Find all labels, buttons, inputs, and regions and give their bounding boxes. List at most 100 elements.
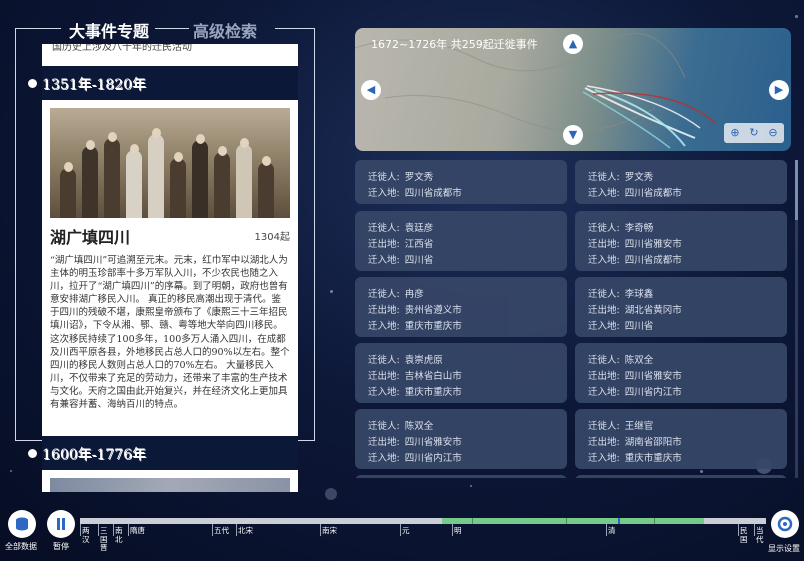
field-label: 迁入地: <box>368 321 400 332</box>
migration-card[interactable]: 迁徙人: 李奇畅 迁出地: 四川省雅安市 迁入地: 四川省成都市 <box>575 211 787 271</box>
star-decoration <box>10 470 12 472</box>
clipped-text: 国历史上涉及八十年的迁民活动 <box>52 44 192 53</box>
timeline-label[interactable]: 南宋 <box>322 526 337 536</box>
arrow-up-icon[interactable]: ▲ <box>563 34 583 54</box>
all-data-button[interactable] <box>8 510 36 538</box>
field-label: 迁入地: <box>368 387 400 398</box>
migration-card[interactable]: 迁徙人: 袁崇虎原 迁出地: 吉林省白山市 迁入地: 重庆市重庆市 <box>355 343 567 403</box>
event-photo[interactable] <box>50 478 290 492</box>
timeline-label[interactable]: 两汉 <box>82 526 92 544</box>
field-label: 迁徙人: <box>588 223 620 234</box>
timeline-label[interactable]: 清 <box>608 526 616 536</box>
migration-card[interactable]: 迁徙人: 李球鑫 迁出地: 湖北省黄冈市 迁入地: 四川省 <box>575 277 787 337</box>
field-label: 迁出地: <box>588 305 620 316</box>
destination-row: 迁入地: 四川省内江市 <box>588 384 682 398</box>
migration-list[interactable]: 迁徙人: 罗文秀 迁入地: 四川省成都市 迁徙人: 罗文秀 迁入地: 四川省成都市 迁徙… <box>355 160 791 478</box>
migration-card[interactable]: 迁徙人: 陈双全 迁出地: 四川省雅安市 迁入地: 四川省内江市 <box>575 343 787 403</box>
timeline-divider <box>212 524 213 536</box>
scrollbar-thumb[interactable] <box>795 160 798 220</box>
event-list[interactable]: 国历史上涉及八十年的迁民活动 1351年-1820年 湖广填四川 1304起 “… <box>42 44 298 492</box>
timeline-label[interactable]: 隋唐 <box>130 526 145 536</box>
migration-card[interactable]: 迁徙人: 袁廷彦 迁出地: 江西省 迁入地: 四川省 <box>355 211 567 271</box>
photo-figure <box>60 168 76 218</box>
zoom-out-icon[interactable]: ⊖ <box>765 125 781 141</box>
map-title: 1672~1726年 共259起迁徙事件 <box>371 38 538 51</box>
timeline-divider <box>128 524 129 536</box>
origin-row: 迁出地: 江西省 <box>368 236 433 250</box>
field-value: 重庆市重庆市 <box>404 387 462 398</box>
timeline-label[interactable]: 三国晋 <box>100 526 110 553</box>
migration-card[interactable] <box>355 475 567 478</box>
origin-row: 迁出地: 吉林省白山市 <box>368 368 462 382</box>
timeline-selection[interactable] <box>442 518 704 524</box>
field-value: 重庆市重庆市 <box>624 453 682 464</box>
field-label: 迁出地: <box>368 371 400 382</box>
timeline-label[interactable]: 北宋 <box>238 526 253 536</box>
field-label: 迁入地: <box>588 255 620 266</box>
destination-row: 迁入地: 重庆市重庆市 <box>368 384 462 398</box>
migrant-row: 迁徙人: 罗文秀 <box>588 169 653 183</box>
timeline-label[interactable]: 元 <box>402 526 410 536</box>
field-value: 李球鑫 <box>624 289 654 300</box>
field-label: 迁入地: <box>588 188 620 199</box>
timeline-divider <box>80 524 81 536</box>
origin-row: 迁出地: 四川省雅安市 <box>588 368 682 382</box>
migrant-row: 迁徙人: 李球鑫 <box>588 286 653 300</box>
field-label: 迁徙人: <box>368 172 400 183</box>
pause-icon <box>57 518 65 530</box>
field-value: 四川省雅安市 <box>624 371 682 382</box>
migration-card[interactable]: 迁徙人: 罗文秀 迁入地: 四川省成都市 <box>355 160 567 204</box>
migration-card[interactable] <box>575 475 787 478</box>
timeline-divider <box>452 524 453 536</box>
timeline-label[interactable]: 民国 <box>740 526 750 544</box>
timeline-label[interactable]: 明 <box>454 526 462 536</box>
arrow-left-icon[interactable]: ◀ <box>361 80 381 100</box>
migration-card[interactable]: 迁徙人: 陈双全 迁出地: 四川省雅安市 迁入地: 四川省内江市 <box>355 409 567 469</box>
field-value: 四川省雅安市 <box>404 437 462 448</box>
migration-card[interactable]: 迁徙人: 罗文秀 迁入地: 四川省成都市 <box>575 160 787 204</box>
arrow-down-icon[interactable]: ▼ <box>563 125 583 145</box>
migration-card[interactable]: 迁徙人: 王继官 迁出地: 湖南省邵阳市 迁入地: 重庆市重庆市 <box>575 409 787 469</box>
destination-row: 迁入地: 四川省内江市 <box>368 450 462 464</box>
zoom-in-icon[interactable]: ⊕ <box>727 125 743 141</box>
field-value: 王继官 <box>624 421 654 432</box>
timeline-label[interactable]: 当代 <box>756 526 766 544</box>
star-decoration <box>470 485 472 487</box>
arrow-right-icon[interactable]: ▶ <box>769 80 789 100</box>
migration-map[interactable]: 1672~1726年 共259起迁徙事件 ▲ ▼ ◀ ▶ ⊕ ↻ ⊖ <box>355 28 791 151</box>
migrant-row: 迁徙人: 罗文秀 <box>368 169 433 183</box>
photo-figure <box>218 146 227 156</box>
timeline-marker <box>618 518 620 524</box>
pause-button[interactable] <box>47 510 75 538</box>
field-value: 贵州省遵义市 <box>404 305 462 316</box>
destination-row: 迁入地: 四川省 <box>368 252 433 266</box>
field-value: 陈双全 <box>624 355 654 366</box>
all-data-label: 全部数据 <box>5 542 37 551</box>
star-decoration <box>330 290 333 293</box>
migrant-row: 迁徙人: 袁崇虎原 <box>368 352 443 366</box>
event-photo[interactable] <box>50 108 290 218</box>
field-value: 湖南省邵阳市 <box>624 437 682 448</box>
migration-line <box>584 87 696 139</box>
event-title[interactable]: 湖广填四川 <box>50 224 130 248</box>
refresh-icon[interactable]: ↻ <box>746 125 762 141</box>
field-label: 迁徙人: <box>368 223 400 234</box>
period-label: 1600年-1776年 <box>43 448 147 464</box>
photo-figure <box>240 138 249 148</box>
field-label: 迁徙人: <box>588 289 620 300</box>
field-label: 迁入地: <box>588 453 620 464</box>
field-value: 四川省成都市 <box>624 255 682 266</box>
timeline-label[interactable]: 南北 <box>115 526 125 544</box>
photo-figure <box>108 132 117 142</box>
timeline-label[interactable]: 五代 <box>214 526 229 536</box>
settings-button[interactable] <box>771 510 799 538</box>
star-decoration <box>795 15 798 18</box>
migration-card[interactable]: 迁徙人: 冉彦 迁出地: 贵州省遵义市 迁入地: 重庆市重庆市 <box>355 277 567 337</box>
destination-row: 迁入地: 四川省成都市 <box>588 185 682 199</box>
field-value: 袁廷彦 <box>404 223 434 234</box>
field-value: 四川省 <box>624 321 654 332</box>
field-label: 迁出地: <box>588 371 620 382</box>
field-label: 迁徙人: <box>588 421 620 432</box>
field-value: 陈双全 <box>404 421 434 432</box>
photo-figure <box>148 134 164 218</box>
